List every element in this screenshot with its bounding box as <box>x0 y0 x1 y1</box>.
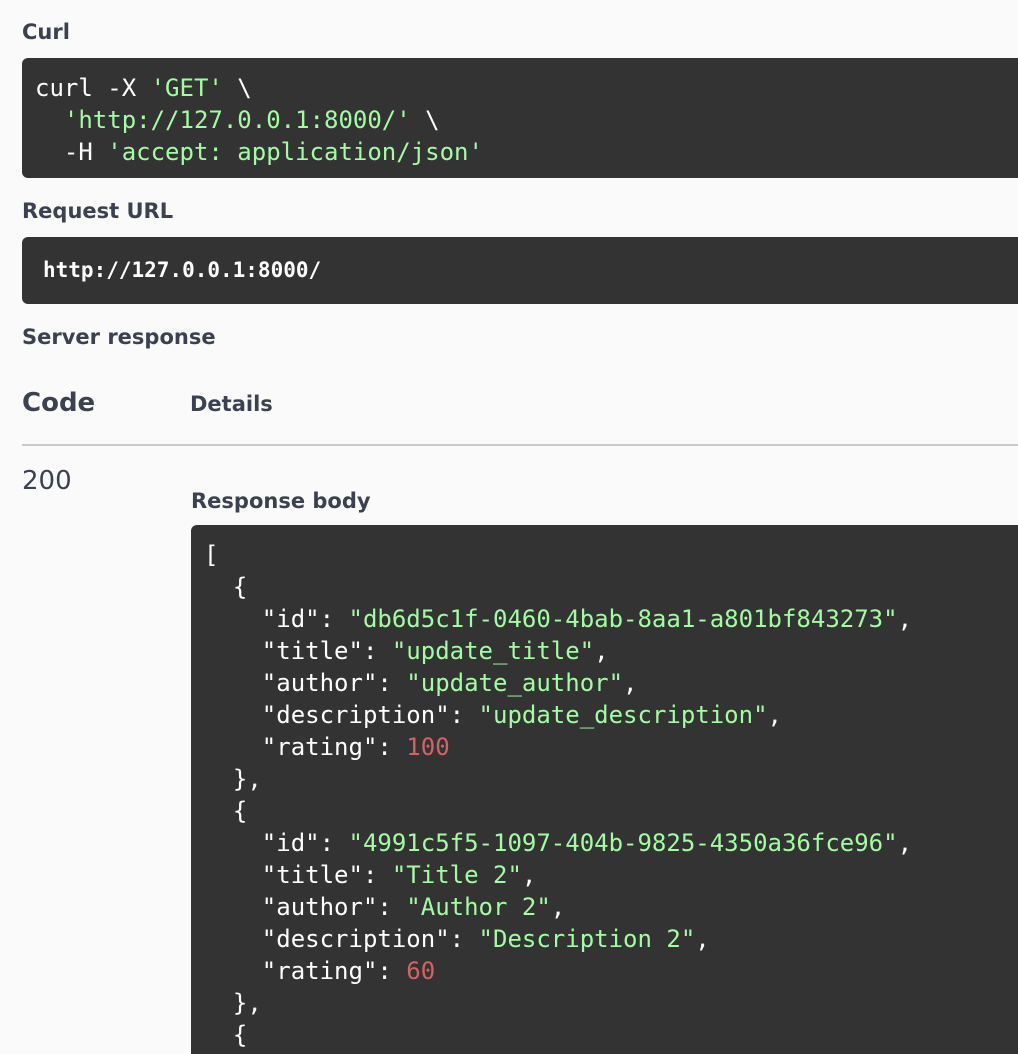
curl-method: 'GET' <box>150 74 223 102</box>
curl-header-value: 'accept: application/json' <box>107 138 483 166</box>
json-field-id: "id": "4991c5f5-1097-404b-9825-4350a36fc… <box>261 829 913 857</box>
column-header-code: Code <box>22 388 96 418</box>
json-open-object: { <box>232 1021 248 1049</box>
request-url-label: Request URL <box>22 199 174 223</box>
swagger-response-panel: Curl curl -X 'GET' \ 'http://127.0.0.1:8… <box>0 0 1018 1054</box>
curl-url: 'http://127.0.0.1:8000/' <box>63 106 411 134</box>
json-field-description: "description": "Description 2", <box>261 925 710 953</box>
curl-command: curl -X <box>35 74 151 102</box>
responses-table-header: Code Details <box>22 388 1018 446</box>
response-body-label: Response body <box>191 489 371 513</box>
json-field-title: "title": "update_title", <box>261 637 609 665</box>
curl-code-block[interactable]: curl -X 'GET' \ 'http://127.0.0.1:8000/'… <box>22 58 1018 178</box>
response-body-code-block[interactable]: [ { "id": "db6d5c1f-0460-4bab-8aa1-a801b… <box>191 525 1018 1054</box>
request-url-value: http://127.0.0.1:8000/ <box>43 258 322 282</box>
json-field-author: "author": "update_author", <box>261 669 638 697</box>
json-field-rating: "rating": 60 <box>261 957 436 985</box>
json-field-id: "id": "db6d5c1f-0460-4bab-8aa1-a801bf843… <box>261 605 913 633</box>
json-field-title: "title": "Title 2", <box>261 861 537 889</box>
json-field-description: "description": "update_description", <box>261 701 782 729</box>
json-field-author: "author": "Author 2", <box>261 893 566 921</box>
curl-indent <box>35 106 64 134</box>
server-response-label: Server response <box>22 325 216 349</box>
response-status-code: 200 <box>22 466 72 496</box>
json-close-object: }, <box>232 989 262 1017</box>
curl-line-3: -H 'accept: application/json' <box>35 136 1018 168</box>
curl-line-continuation: \ <box>410 106 440 134</box>
curl-line-1: curl -X 'GET' \ <box>35 72 1018 104</box>
curl-line-continuation: \ <box>222 74 252 102</box>
curl-line-2: 'http://127.0.0.1:8000/' \ <box>35 104 1018 136</box>
json-open-object: { <box>232 573 248 601</box>
curl-header-flag: -H <box>35 138 108 166</box>
json-field-rating: "rating": 100 <box>261 733 450 761</box>
json-open-object: { <box>232 797 248 825</box>
curl-label: Curl <box>22 20 70 44</box>
request-url-block[interactable]: http://127.0.0.1:8000/ <box>22 237 1018 304</box>
json-open-array: [ <box>204 541 219 569</box>
json-close-object: }, <box>232 765 262 793</box>
column-header-details: Details <box>190 392 273 416</box>
